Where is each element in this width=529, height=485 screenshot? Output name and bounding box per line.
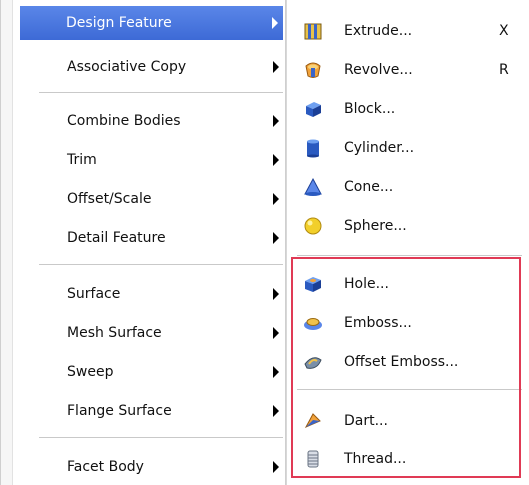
submenu-arrow-icon bbox=[273, 61, 279, 73]
menu-item-label: Revolve... bbox=[344, 62, 413, 78]
menu-item-detail-feature[interactable]: Detail Feature bbox=[21, 221, 283, 255]
menu-item-label: Design Feature bbox=[66, 15, 172, 31]
submenu-item-sphere[interactable]: Sphere... bbox=[287, 209, 529, 243]
menu-item-offset-scale[interactable]: Offset/Scale bbox=[21, 182, 283, 216]
menu-item-label: Dart... bbox=[344, 413, 388, 429]
cylinder-icon bbox=[307, 139, 319, 158]
menu-item-label: Thread... bbox=[344, 451, 407, 467]
shortcut-key: X bbox=[499, 23, 509, 39]
menu-item-label: Flange Surface bbox=[67, 403, 172, 419]
menu-separator bbox=[39, 92, 283, 93]
submenu-item-emboss[interactable]: Emboss... bbox=[287, 306, 529, 340]
menu-item-label: Hole... bbox=[344, 276, 389, 292]
menu-item-surface[interactable]: Surface bbox=[21, 277, 283, 311]
menu-gutter bbox=[1, 0, 13, 485]
submenu-arrow-icon bbox=[273, 327, 279, 339]
menu-item-label: Sphere... bbox=[344, 218, 407, 234]
submenu-arrow-icon bbox=[273, 154, 279, 166]
dart-icon bbox=[304, 413, 321, 429]
menu-item-label: Trim bbox=[67, 152, 97, 168]
submenu-item-cone[interactable]: Cone... bbox=[287, 170, 529, 204]
menu-item-associative-copy[interactable]: Associative Copy bbox=[21, 50, 283, 84]
main-menu: Design Feature Associative Copy Combine … bbox=[0, 0, 286, 485]
menu-item-flange-surface[interactable]: Flange Surface bbox=[21, 394, 283, 428]
menu-item-label: Facet Body bbox=[67, 459, 144, 475]
menu-item-label: Cone... bbox=[344, 179, 394, 195]
submenu-item-revolve[interactable]: Revolve... R bbox=[287, 53, 529, 87]
sphere-icon bbox=[304, 217, 322, 235]
menu-item-sweep[interactable]: Sweep bbox=[21, 355, 283, 389]
menu-item-label: Surface bbox=[67, 286, 121, 302]
menu-item-mesh-surface[interactable]: Mesh Surface bbox=[21, 316, 283, 350]
menu-separator bbox=[39, 437, 283, 438]
hole-icon bbox=[305, 277, 321, 292]
block-icon bbox=[306, 102, 321, 117]
submenu-arrow-icon bbox=[273, 366, 279, 378]
menu-separator bbox=[297, 389, 522, 390]
submenu-arrow-icon bbox=[273, 232, 279, 244]
submenu-arrow-icon bbox=[273, 405, 279, 417]
submenu-arrow-icon bbox=[273, 115, 279, 127]
submenu-item-extrude[interactable]: Extrude... X bbox=[287, 14, 529, 48]
menu-separator bbox=[297, 255, 522, 256]
cone-icon bbox=[304, 177, 322, 196]
menu-item-label: Associative Copy bbox=[67, 59, 187, 75]
submenu-arrow-icon bbox=[273, 461, 279, 473]
submenu-item-thread[interactable]: Thread... bbox=[287, 442, 529, 476]
menu-item-label: Sweep bbox=[67, 364, 114, 380]
menu-item-label: Detail Feature bbox=[67, 230, 166, 246]
submenu-arrow-icon bbox=[273, 193, 279, 205]
submenu-arrow-icon bbox=[272, 17, 278, 29]
submenu-item-offset-emboss[interactable]: Offset Emboss... bbox=[287, 345, 529, 379]
emboss-icon bbox=[304, 318, 322, 330]
menu-item-design-feature[interactable]: Design Feature bbox=[20, 6, 283, 40]
menu-item-label: Offset Emboss... bbox=[344, 354, 459, 370]
menu-item-label: Cylinder... bbox=[344, 140, 415, 156]
menu-item-label: Offset/Scale bbox=[67, 191, 152, 207]
menu-item-combine-bodies[interactable]: Combine Bodies bbox=[21, 104, 283, 138]
menu-item-label: Block... bbox=[344, 101, 396, 117]
submenu-item-dart[interactable]: Dart... bbox=[287, 404, 529, 438]
submenu-item-cylinder[interactable]: Cylinder... bbox=[287, 131, 529, 165]
menu-item-label: Emboss... bbox=[344, 315, 412, 331]
menu-item-label: Combine Bodies bbox=[67, 113, 181, 129]
design-feature-submenu: Extrude... X Revolve... R Block... Cylin… bbox=[286, 0, 529, 485]
offset-emboss-icon bbox=[304, 357, 322, 369]
submenu-item-block[interactable]: Block... bbox=[287, 92, 529, 126]
menu-separator bbox=[39, 264, 283, 265]
thread-icon bbox=[307, 450, 319, 468]
submenu-item-hole[interactable]: Hole... bbox=[287, 267, 529, 301]
shortcut-key: R bbox=[499, 62, 509, 78]
extrude-icon bbox=[304, 23, 322, 40]
menu-item-label: Mesh Surface bbox=[67, 325, 162, 341]
submenu-arrow-icon bbox=[273, 288, 279, 300]
menu-item-trim[interactable]: Trim bbox=[21, 143, 283, 177]
revolve-icon bbox=[305, 62, 321, 78]
menu-item-facet-body[interactable]: Facet Body bbox=[21, 450, 283, 484]
menu-item-label: Extrude... bbox=[344, 23, 413, 39]
